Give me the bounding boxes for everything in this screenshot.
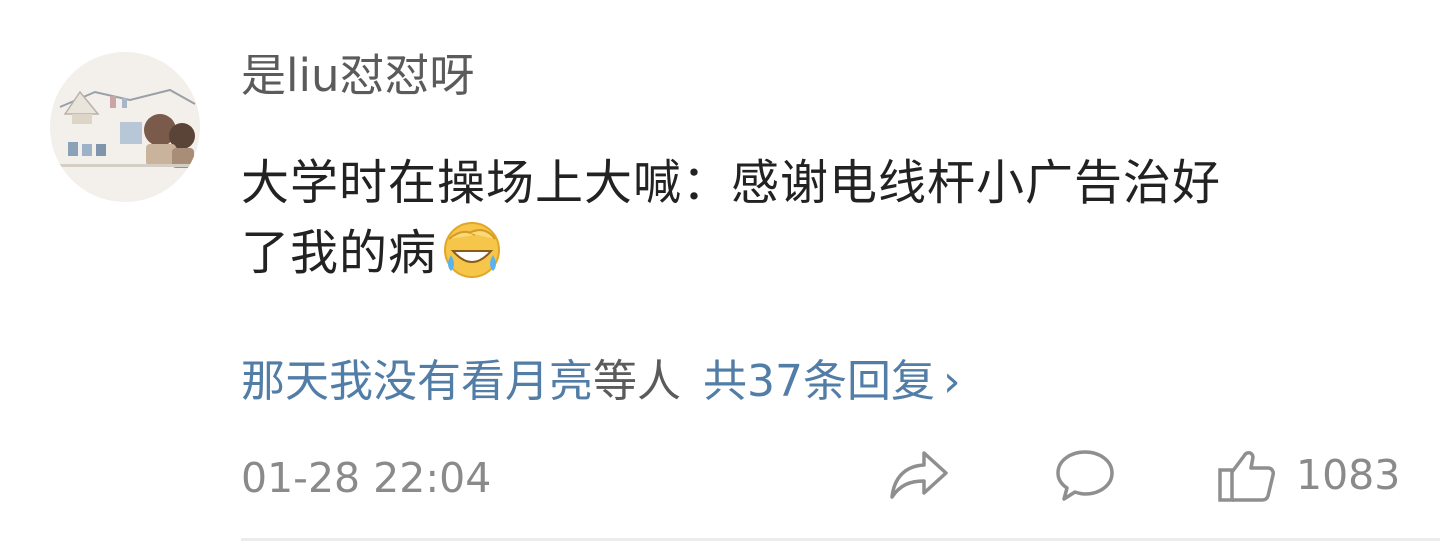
reply-button[interactable] bbox=[1054, 445, 1116, 505]
thumbs-up-icon bbox=[1218, 451, 1275, 502]
laughing-crying-face-icon bbox=[443, 221, 501, 298]
share-icon bbox=[890, 451, 948, 499]
comment-text-segment: 了我的病 bbox=[241, 225, 438, 281]
reply-username[interactable]: 那天我没有看月亮 bbox=[241, 356, 593, 407]
comment-card: 是liu怼怼呀 大学时在操场上大喊：感谢电线杆小广告治好 了我的病 那天我没有看… bbox=[0, 0, 1440, 545]
avatar-image bbox=[50, 52, 200, 202]
comment-text-line: 大学时在操场上大喊：感谢电线杆小广告治好 bbox=[241, 155, 1222, 211]
like-button[interactable]: 1083 bbox=[1216, 445, 1400, 505]
reply-count[interactable]: 共37条回复 bbox=[703, 356, 935, 407]
comment-bubble-icon bbox=[1056, 450, 1114, 501]
timestamp: 01-28 22:04 bbox=[241, 454, 492, 502]
chevron-right-icon: › bbox=[943, 356, 961, 407]
reply-suffix: 等人 bbox=[593, 356, 681, 407]
share-button[interactable] bbox=[888, 445, 950, 505]
comment-text: 大学时在操场上大喊：感谢电线杆小广告治好 了我的病 bbox=[241, 148, 1391, 298]
like-count: 1083 bbox=[1296, 451, 1401, 499]
comment-text-line: 了我的病 bbox=[241, 218, 1391, 298]
username[interactable]: 是liu怼怼呀 bbox=[241, 44, 475, 108]
divider bbox=[241, 538, 1440, 541]
view-replies-link[interactable]: 那天我没有看月亮等人 共37条回复 › bbox=[241, 352, 961, 412]
avatar[interactable] bbox=[50, 52, 200, 202]
